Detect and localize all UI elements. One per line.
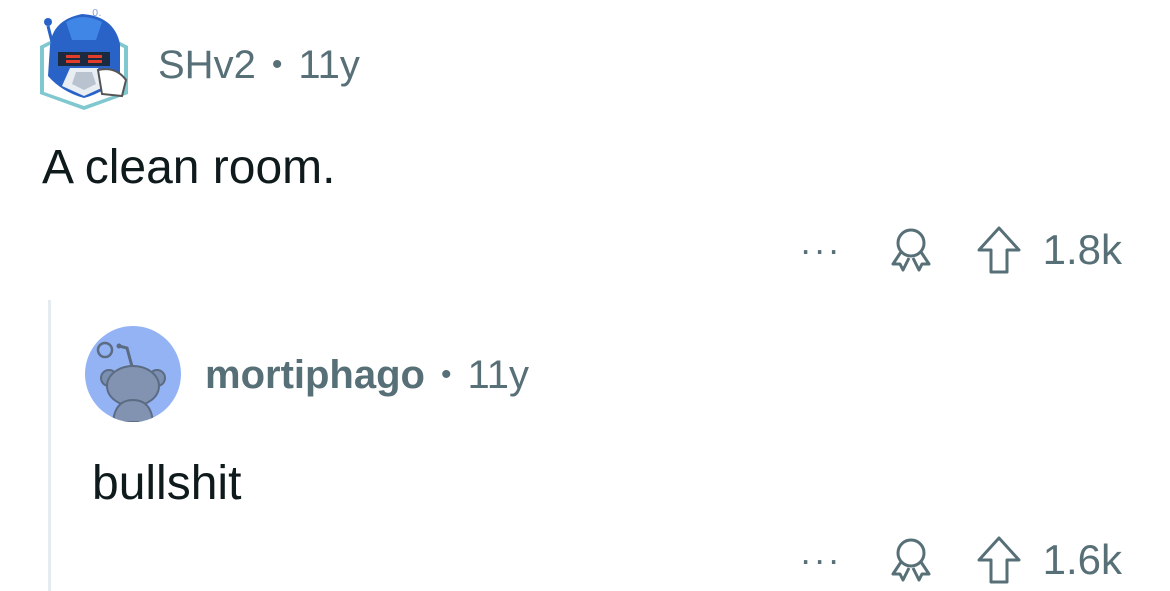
vote-score: 1.8k bbox=[1042, 226, 1122, 273]
svg-text:0.: 0. bbox=[92, 8, 102, 19]
comment-meta: SHv2 • 11y bbox=[158, 40, 360, 90]
comment-age: 11y bbox=[467, 352, 530, 397]
username[interactable]: mortiphago bbox=[205, 353, 425, 398]
separator-dot: • bbox=[271, 48, 283, 81]
award-button[interactable] bbox=[881, 530, 941, 590]
comment-thread: 0. SHv2 • 11y A clean room. ··· 1.8k mor… bbox=[0, 0, 1170, 591]
award-button[interactable] bbox=[881, 220, 941, 280]
upvote-button[interactable] bbox=[969, 530, 1029, 590]
comment-age: 11y bbox=[298, 42, 360, 87]
comment-body: bullshit bbox=[92, 457, 242, 510]
upvote-button[interactable] bbox=[969, 220, 1029, 280]
comment-body: A clean room. bbox=[42, 141, 336, 194]
snoo-avatar-icon bbox=[85, 326, 181, 422]
upvote-arrow-icon bbox=[977, 536, 1021, 584]
more-options-button[interactable]: ··· bbox=[791, 530, 851, 590]
award-icon bbox=[891, 538, 931, 582]
comment-meta: mortiphago • 11y bbox=[205, 350, 529, 400]
comment-actions: ··· 1.6k bbox=[791, 530, 1122, 590]
upvote-arrow-icon bbox=[977, 226, 1021, 274]
username[interactable]: SHv2 bbox=[158, 43, 256, 88]
comment-actions: ··· 1.8k bbox=[791, 220, 1122, 280]
avatar[interactable] bbox=[85, 326, 181, 422]
robot-avatar-icon: 0. bbox=[40, 8, 128, 110]
more-options-button[interactable]: ··· bbox=[791, 220, 851, 280]
avatar[interactable]: 0. bbox=[36, 6, 132, 110]
award-icon bbox=[891, 228, 931, 272]
thread-line[interactable] bbox=[48, 300, 51, 591]
vote-score: 1.6k bbox=[1042, 536, 1122, 583]
comment: 0. SHv2 • 11y A clean room. ··· 1.8k bbox=[0, 0, 1170, 290]
separator-dot: • bbox=[440, 358, 452, 391]
